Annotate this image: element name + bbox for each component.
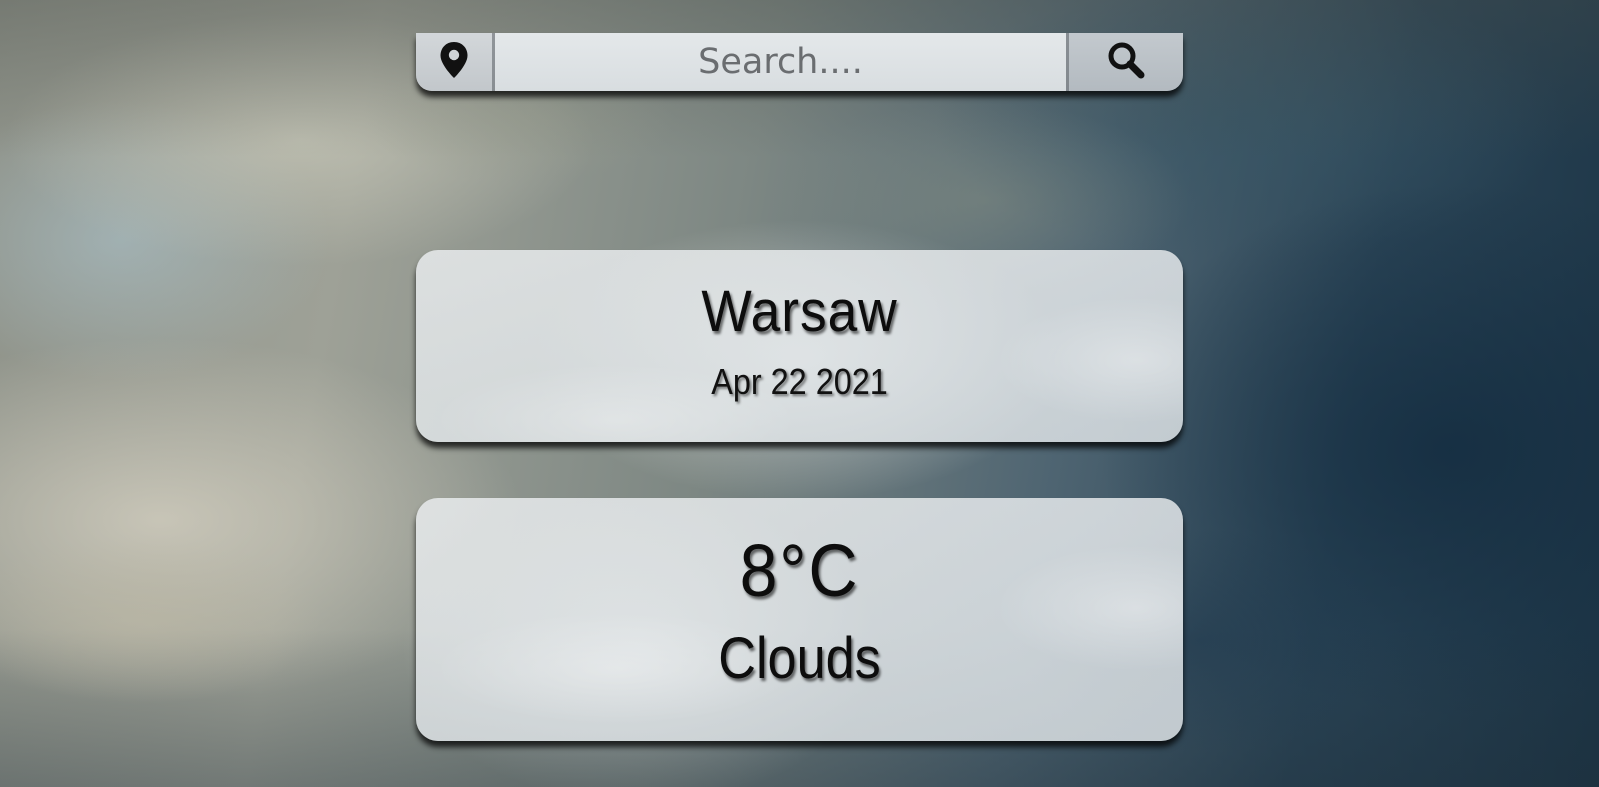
search-button[interactable] <box>1066 33 1183 91</box>
search-input[interactable] <box>495 33 1066 91</box>
search-input-wrapper <box>495 33 1066 91</box>
location-card: Warsaw Apr 22 2021 <box>416 250 1183 442</box>
weather-app: Warsaw Apr 22 2021 8°C Clouds <box>0 0 1599 787</box>
temperature: 8°C <box>739 529 860 612</box>
magnifier-icon <box>1107 41 1145 83</box>
weather-card: 8°C Clouds <box>416 498 1183 741</box>
city-name: Warsaw <box>701 279 898 344</box>
current-location-button[interactable] <box>416 33 495 91</box>
map-pin-icon <box>439 41 469 83</box>
search-bar <box>416 33 1183 91</box>
weather-condition: Clouds <box>718 626 881 691</box>
current-date: Apr 22 2021 <box>711 361 888 402</box>
